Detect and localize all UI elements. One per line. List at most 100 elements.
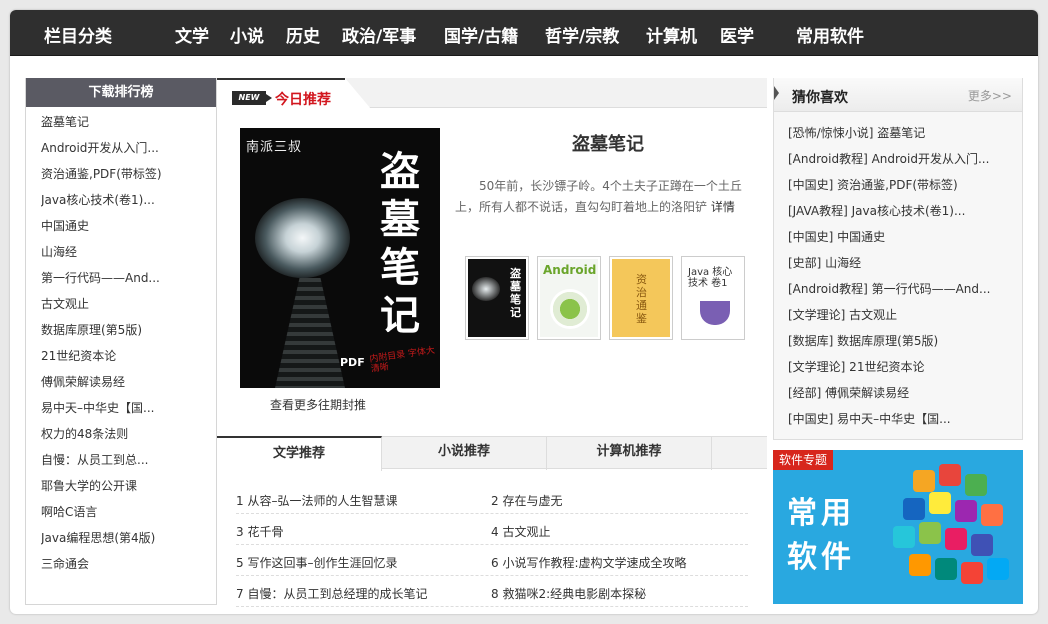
featured-book-cover[interactable]: 南派三叔 盗 墓 笔 记 PDF 内附目录 字体大 清晰: [240, 128, 440, 388]
recommend-list: 1 从容–弘一法师的人生智慧课 2 存在与虚无 3 花千骨 4 古文观止 5 写…: [236, 483, 748, 607]
ranking-item[interactable]: 耶鲁大学的公开课: [41, 473, 216, 499]
cover-tunnel-light: [255, 198, 350, 278]
category-tab-bar: 文学推荐 小说推荐 计算机推荐: [217, 436, 767, 471]
thumbnail-label: 资治通鉴: [636, 273, 647, 325]
thumbnail-label: Java 核心技术 卷1: [688, 267, 733, 289]
guess-item[interactable]: [文学理论] 21世纪资本论: [788, 354, 1022, 380]
tab-today-recommend[interactable]: NEW 今日推荐: [217, 78, 345, 109]
right-column: 猜你喜欢 更多>> [恐怖/惊悚小说] 盗墓笔记 [Android教程] And…: [773, 78, 1023, 604]
thumbnail-label: Android: [543, 263, 597, 277]
ranking-item[interactable]: 资治通鉴,PDF(带标签): [41, 161, 216, 187]
category-label: 栏目分类: [44, 27, 112, 47]
cover-title-char: 盗: [380, 148, 420, 195]
app-cube-icon: [987, 558, 1009, 580]
software-banner[interactable]: 软件专题 常用软件: [773, 450, 1023, 604]
app-cube-icon: [961, 562, 983, 584]
more-covers-link[interactable]: 查看更多往期封推: [270, 396, 366, 413]
banner-text: 常用软件: [787, 496, 855, 575]
nav-item-computer[interactable]: 计算机: [646, 22, 697, 47]
recommend-link[interactable]: 2 存在与虚无: [491, 492, 562, 509]
guess-you-like-panel: 猜你喜欢 更多>> [恐怖/惊悚小说] 盗墓笔记 [Android教程] And…: [773, 78, 1023, 440]
ranking-item[interactable]: 三命通会: [41, 551, 216, 577]
nav-item-politics-military[interactable]: 政治/军事: [342, 22, 416, 47]
app-cube-icon: [939, 464, 961, 486]
coffee-cup-icon: [700, 301, 730, 325]
ranking-item[interactable]: 第一行代码——And...: [41, 265, 216, 291]
ranking-item[interactable]: Java编程思想(第4版): [41, 525, 216, 551]
today-tab-bar: NEW 今日推荐: [217, 78, 767, 109]
ranking-item[interactable]: 盗墓笔记: [41, 109, 216, 135]
ranking-item[interactable]: Java核心技术(卷1)...: [41, 187, 216, 213]
guess-item[interactable]: [恐怖/惊悚小说] 盗墓笔记: [788, 120, 1022, 146]
banner-label: 软件专题: [773, 450, 834, 470]
ranking-item[interactable]: 山海经: [41, 239, 216, 265]
ranking-item[interactable]: 自慢：从员工到总...: [41, 447, 216, 473]
recommend-link[interactable]: 4 古文观止: [491, 523, 550, 540]
ranking-item[interactable]: 古文观止: [41, 291, 216, 317]
app-cube-icon: [919, 522, 941, 544]
new-badge: NEW: [232, 91, 272, 105]
cover-red-overlay: 内附目录 字体大 清晰: [368, 345, 436, 375]
featured-book-title[interactable]: 盗墓笔记: [572, 130, 644, 156]
nav-item-fiction[interactable]: 小说: [230, 22, 264, 47]
recommend-link[interactable]: 8 救猫咪2:经典电影剧本探秘: [491, 585, 646, 602]
more-link[interactable]: 更多>>: [968, 87, 1012, 104]
tab-literature[interactable]: 文学推荐: [217, 436, 382, 471]
guess-item[interactable]: [数据库] 数据库原理(第5版): [788, 328, 1022, 354]
guess-item[interactable]: [Android教程] Android开发从入门...: [788, 146, 1022, 172]
ranking-title: 下载排行榜: [26, 78, 216, 107]
recommend-link[interactable]: 3 花千骨: [236, 523, 283, 540]
guess-header: 猜你喜欢 更多>>: [774, 78, 1022, 112]
app-cube-icon: [913, 470, 935, 492]
thumbnail-zizhi[interactable]: 资治通鉴: [609, 256, 673, 340]
details-link[interactable]: 详情: [711, 200, 735, 214]
guess-item[interactable]: [史部] 山海经: [788, 250, 1022, 276]
ranking-item[interactable]: 傅佩荣解读易经: [41, 369, 216, 395]
recommend-link[interactable]: 6 小说写作教程:虚构文学速成全攻略: [491, 554, 687, 571]
guess-item[interactable]: [中国史] 中国通史: [788, 224, 1022, 250]
ranking-item[interactable]: 权力的48条法则: [41, 421, 216, 447]
nav-item-philosophy-religion[interactable]: 哲学/宗教: [545, 22, 619, 47]
recommend-link[interactable]: 1 从容–弘一法师的人生智慧课: [236, 492, 397, 509]
today-recommend-panel: NEW 今日推荐 南派三叔 盗 墓 笔 记 PDF 内附目录 字体大 清晰 查看…: [217, 78, 767, 607]
nav-item-common-software[interactable]: 常用软件: [796, 22, 864, 47]
app-cube-icon: [971, 534, 993, 556]
app-cube-icon: [945, 528, 967, 550]
list-item: 7 自慢：从员工到总经理的成长笔记 8 救猫咪2:经典电影剧本探秘: [236, 576, 748, 607]
nav-item-literature[interactable]: 文学: [175, 22, 209, 47]
app-cube-icon: [909, 554, 931, 576]
guess-item[interactable]: [经部] 傅佩荣解读易经: [788, 380, 1022, 406]
cover-author: 南派三叔: [246, 140, 303, 155]
thumbnail-android[interactable]: Android: [537, 256, 601, 340]
recommend-link[interactable]: 5 写作这回事–创作生涯回忆录: [236, 554, 397, 571]
ranking-item[interactable]: 啊哈C语言: [41, 499, 216, 525]
nav-item-history[interactable]: 历史: [286, 22, 320, 47]
cover-title-char: 笔: [380, 244, 420, 291]
thumbnail-label: 盗墓笔记: [510, 267, 521, 319]
tab-fiction[interactable]: 小说推荐: [382, 436, 547, 470]
tab-slope-decoration: [345, 78, 371, 109]
ranking-item[interactable]: Android开发从入门...: [41, 135, 216, 161]
thumbnail-java[interactable]: Java 核心技术 卷1: [681, 256, 745, 340]
cover-title: 盗 墓 笔 记: [370, 148, 430, 340]
page-frame: 栏目分类 文学 小说 历史 政治/军事 国学/古籍 哲学/宗教 计算机 医学 常…: [10, 10, 1038, 614]
tab-computer[interactable]: 计算机推荐: [547, 436, 712, 470]
guess-item[interactable]: [中国史] 资治通鉴,PDF(带标签): [788, 172, 1022, 198]
ranking-item[interactable]: 21世纪资本论: [41, 343, 216, 369]
thumbnail-daomu[interactable]: 盗墓笔记: [465, 256, 529, 340]
list-item: 1 从容–弘一法师的人生智慧课 2 存在与虚无: [236, 483, 748, 514]
app-cube-icon: [955, 500, 977, 522]
ranking-item[interactable]: 数据库原理(第5版): [41, 317, 216, 343]
guess-item[interactable]: [中国史] 易中天–中华史【国...: [788, 406, 1022, 432]
nav-item-medicine[interactable]: 医学: [720, 22, 754, 47]
app-cube-icon: [981, 504, 1003, 526]
cover-title-char: 记: [380, 292, 420, 339]
recommend-link[interactable]: 7 自慢：从员工到总经理的成长笔记: [236, 585, 427, 602]
nav-item-classics[interactable]: 国学/古籍: [444, 22, 518, 47]
ranking-item[interactable]: 中国通史: [41, 213, 216, 239]
ranking-item[interactable]: 易中天–中华史【国...: [41, 395, 216, 421]
thumbnail-graphic: [550, 289, 590, 329]
guess-item[interactable]: [JAVA教程] Java核心技术(卷1)...: [788, 198, 1022, 224]
guess-item[interactable]: [Android教程] 第一行代码——And...: [788, 276, 1022, 302]
guess-item[interactable]: [文学理论] 古文观止: [788, 302, 1022, 328]
